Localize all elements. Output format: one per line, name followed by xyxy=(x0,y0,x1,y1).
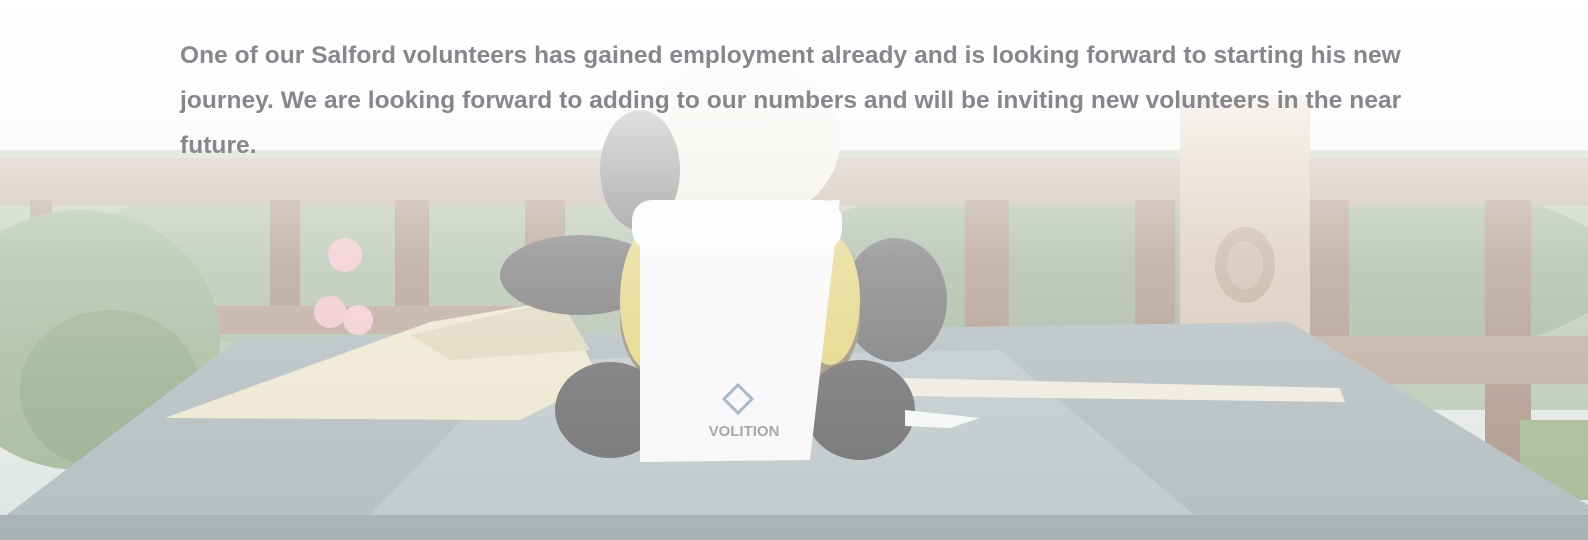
article-paragraph: One of our Salford volunteers has gained… xyxy=(180,42,1402,159)
scarf-logo-text: VOLITION xyxy=(709,423,780,440)
scarf-band xyxy=(632,200,842,250)
page-background: VOLITION One of our Salford volunteers h… xyxy=(0,0,1588,540)
pink-flower xyxy=(343,305,373,335)
toy-right-foot xyxy=(805,360,915,460)
pink-flower xyxy=(314,296,346,328)
table-front-edge xyxy=(0,515,1588,540)
pink-flower xyxy=(328,238,362,272)
fence-post xyxy=(965,200,1009,330)
fence-post xyxy=(1135,200,1175,330)
wood-knot-inner xyxy=(1227,241,1263,289)
